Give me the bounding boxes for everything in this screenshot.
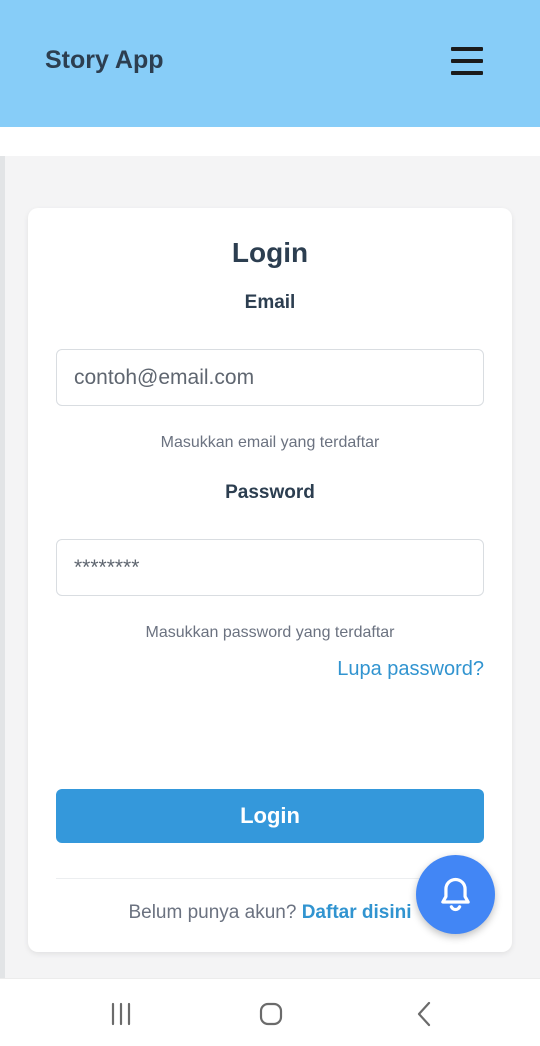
app-title: Story App — [45, 46, 164, 74]
notification-fab[interactable] — [416, 855, 495, 934]
menu-bar — [451, 47, 483, 51]
back-icon[interactable] — [413, 1001, 435, 1032]
register-link[interactable]: Daftar disini — [302, 902, 412, 923]
menu-bar — [451, 71, 483, 75]
forgot-password-link[interactable]: Lupa password? — [337, 658, 484, 681]
password-label: Password — [225, 482, 315, 503]
password-input[interactable] — [56, 539, 484, 596]
password-helper-text: Masukkan password yang terdaftar — [145, 624, 395, 641]
email-helper-text: Masukkan email yang terdaftar — [160, 434, 380, 451]
email-input[interactable] — [56, 349, 484, 406]
system-nav-bar — [0, 978, 540, 1046]
login-title: Login — [231, 237, 309, 268]
email-label: Email — [244, 292, 296, 313]
login-card: Login Email Masukkan email yang terdafta… — [28, 208, 512, 952]
bell-icon — [441, 877, 470, 912]
recent-apps-icon[interactable] — [108, 1001, 134, 1032]
app-header: Story App — [0, 0, 540, 127]
home-icon[interactable] — [257, 1001, 285, 1032]
register-prompt-text: Belum punya akun? — [128, 902, 297, 923]
login-button[interactable]: Login — [56, 789, 484, 843]
menu-bar — [451, 59, 483, 63]
header-spacer — [0, 127, 540, 156]
hamburger-menu-icon[interactable] — [448, 44, 486, 78]
